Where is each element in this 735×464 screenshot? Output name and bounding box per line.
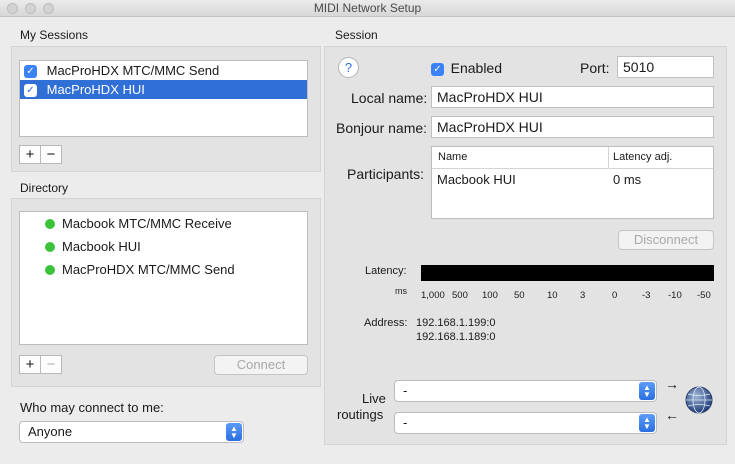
who-may-connect-value: Anyone: [28, 424, 73, 439]
online-status-icon: [45, 219, 55, 229]
title-bar: MIDI Network Setup: [0, 0, 735, 17]
disconnect-button[interactable]: Disconnect: [618, 230, 714, 250]
directory-label: Directory: [20, 181, 69, 195]
routing-out-value: -: [403, 415, 408, 430]
latency-tick: -3: [642, 290, 651, 301]
arrow-left-icon: ←: [665, 407, 679, 423]
directory-item-label: Macbook MTC/MMC Receive: [62, 216, 232, 231]
column-header-name[interactable]: Name: [438, 147, 467, 168]
list-item[interactable]: MacProHDX MTC/MMC Send: [45, 260, 307, 279]
who-may-connect-label: Who may connect to me:: [20, 400, 164, 415]
directory-item-label: MacProHDX MTC/MMC Send: [62, 262, 235, 277]
bonjour-name-field[interactable]: MacProHDX HUI: [431, 116, 714, 138]
participants-table[interactable]: Name Latency adj. Macbook HUI 0 ms: [431, 146, 714, 219]
my-sessions-list[interactable]: ✓ MacProHDX MTC/MMC Send ✓ MacProHDX HUI: [19, 60, 308, 137]
minimize-window-button[interactable]: [25, 3, 36, 14]
enabled-label: Enabled: [450, 60, 503, 76]
routing-in-select[interactable]: - ▲ ▼: [394, 380, 657, 402]
chevron-updown-icon: ▲ ▼: [639, 382, 655, 400]
local-name-label: Local name:: [351, 90, 428, 106]
routing-out-select[interactable]: - ▲ ▼: [394, 412, 657, 434]
latency-tick: 100: [482, 290, 498, 301]
add-session-button[interactable]: +: [19, 145, 41, 164]
column-divider: [608, 147, 609, 169]
directory-buttons: + −: [19, 355, 62, 374]
my-sessions-buttons: + −: [19, 145, 62, 164]
window-title: MIDI Network Setup: [313, 1, 422, 15]
list-item[interactable]: ✓ MacProHDX MTC/MMC Send: [24, 61, 307, 80]
directory-list[interactable]: Macbook MTC/MMC Receive Macbook HUI MacP…: [19, 211, 308, 345]
column-header-latency[interactable]: Latency adj.: [613, 147, 672, 168]
live-routings-label: Live: [362, 391, 386, 406]
latency-tick: 3: [580, 290, 586, 301]
latency-unit: ms: [395, 286, 407, 296]
latency-tick: 50: [514, 290, 525, 301]
directory-item-label: Macbook HUI: [62, 239, 141, 254]
online-status-icon: [45, 265, 55, 275]
session-enabled-checkbox[interactable]: ✓: [24, 65, 37, 79]
close-window-button[interactable]: [7, 3, 18, 14]
address-label: Address:: [364, 317, 408, 329]
address-value: 192.168.1.189:0: [416, 331, 496, 343]
online-status-icon: [45, 242, 55, 252]
latency-meter: [421, 265, 714, 281]
live-routings-label: routings: [337, 407, 384, 422]
bonjour-name-label: Bonjour name:: [336, 120, 428, 136]
session-label: MacProHDX MTC/MMC Send: [46, 63, 220, 78]
latency-tick: 0: [612, 290, 618, 301]
chevron-updown-icon: ▲ ▼: [226, 423, 242, 441]
latency-tick: 500: [452, 290, 468, 301]
help-button[interactable]: ?: [338, 57, 359, 78]
my-sessions-label: My Sessions: [20, 28, 89, 42]
zoom-window-button[interactable]: [43, 3, 54, 14]
enabled-checkbox[interactable]: ✓: [431, 63, 444, 77]
network-globe-icon: [685, 386, 713, 417]
list-item[interactable]: Macbook HUI: [45, 237, 307, 256]
latency-tick: -10: [668, 290, 682, 301]
participants-label: Participants:: [347, 166, 425, 182]
remove-directory-button[interactable]: −: [40, 355, 62, 374]
latency-tick: 10: [547, 290, 558, 301]
participants-header: Name Latency adj.: [432, 147, 713, 169]
port-label: Port:: [580, 60, 610, 76]
session-label: Session: [335, 28, 378, 42]
latency-label: Latency:: [365, 265, 407, 277]
connect-button[interactable]: Connect: [214, 355, 308, 375]
session-enabled-checkbox[interactable]: ✓: [24, 84, 37, 98]
list-item[interactable]: Macbook MTC/MMC Receive: [45, 214, 307, 233]
table-row[interactable]: Macbook HUI 0 ms: [432, 171, 713, 189]
chevron-updown-icon: ▲ ▼: [639, 414, 655, 432]
participant-latency: 0 ms: [613, 172, 642, 187]
address-value: 192.168.1.199:0: [416, 317, 496, 329]
arrow-right-icon: →: [665, 376, 679, 392]
remove-session-button[interactable]: −: [40, 145, 62, 164]
who-may-connect-select[interactable]: Anyone ▲ ▼: [19, 421, 244, 443]
latency-tick: 1,000: [421, 290, 445, 301]
latency-tick: -50: [697, 290, 711, 301]
routing-in-value: -: [403, 383, 408, 398]
participant-name: Macbook HUI: [437, 172, 516, 187]
port-field[interactable]: 5010: [617, 56, 714, 78]
enabled-toggle[interactable]: ✓ Enabled: [431, 60, 502, 77]
add-directory-button[interactable]: +: [19, 355, 41, 374]
local-name-field[interactable]: MacProHDX HUI: [431, 86, 714, 108]
session-label: MacProHDX HUI: [46, 82, 145, 97]
list-item-selected[interactable]: ✓ MacProHDX HUI: [20, 80, 307, 99]
